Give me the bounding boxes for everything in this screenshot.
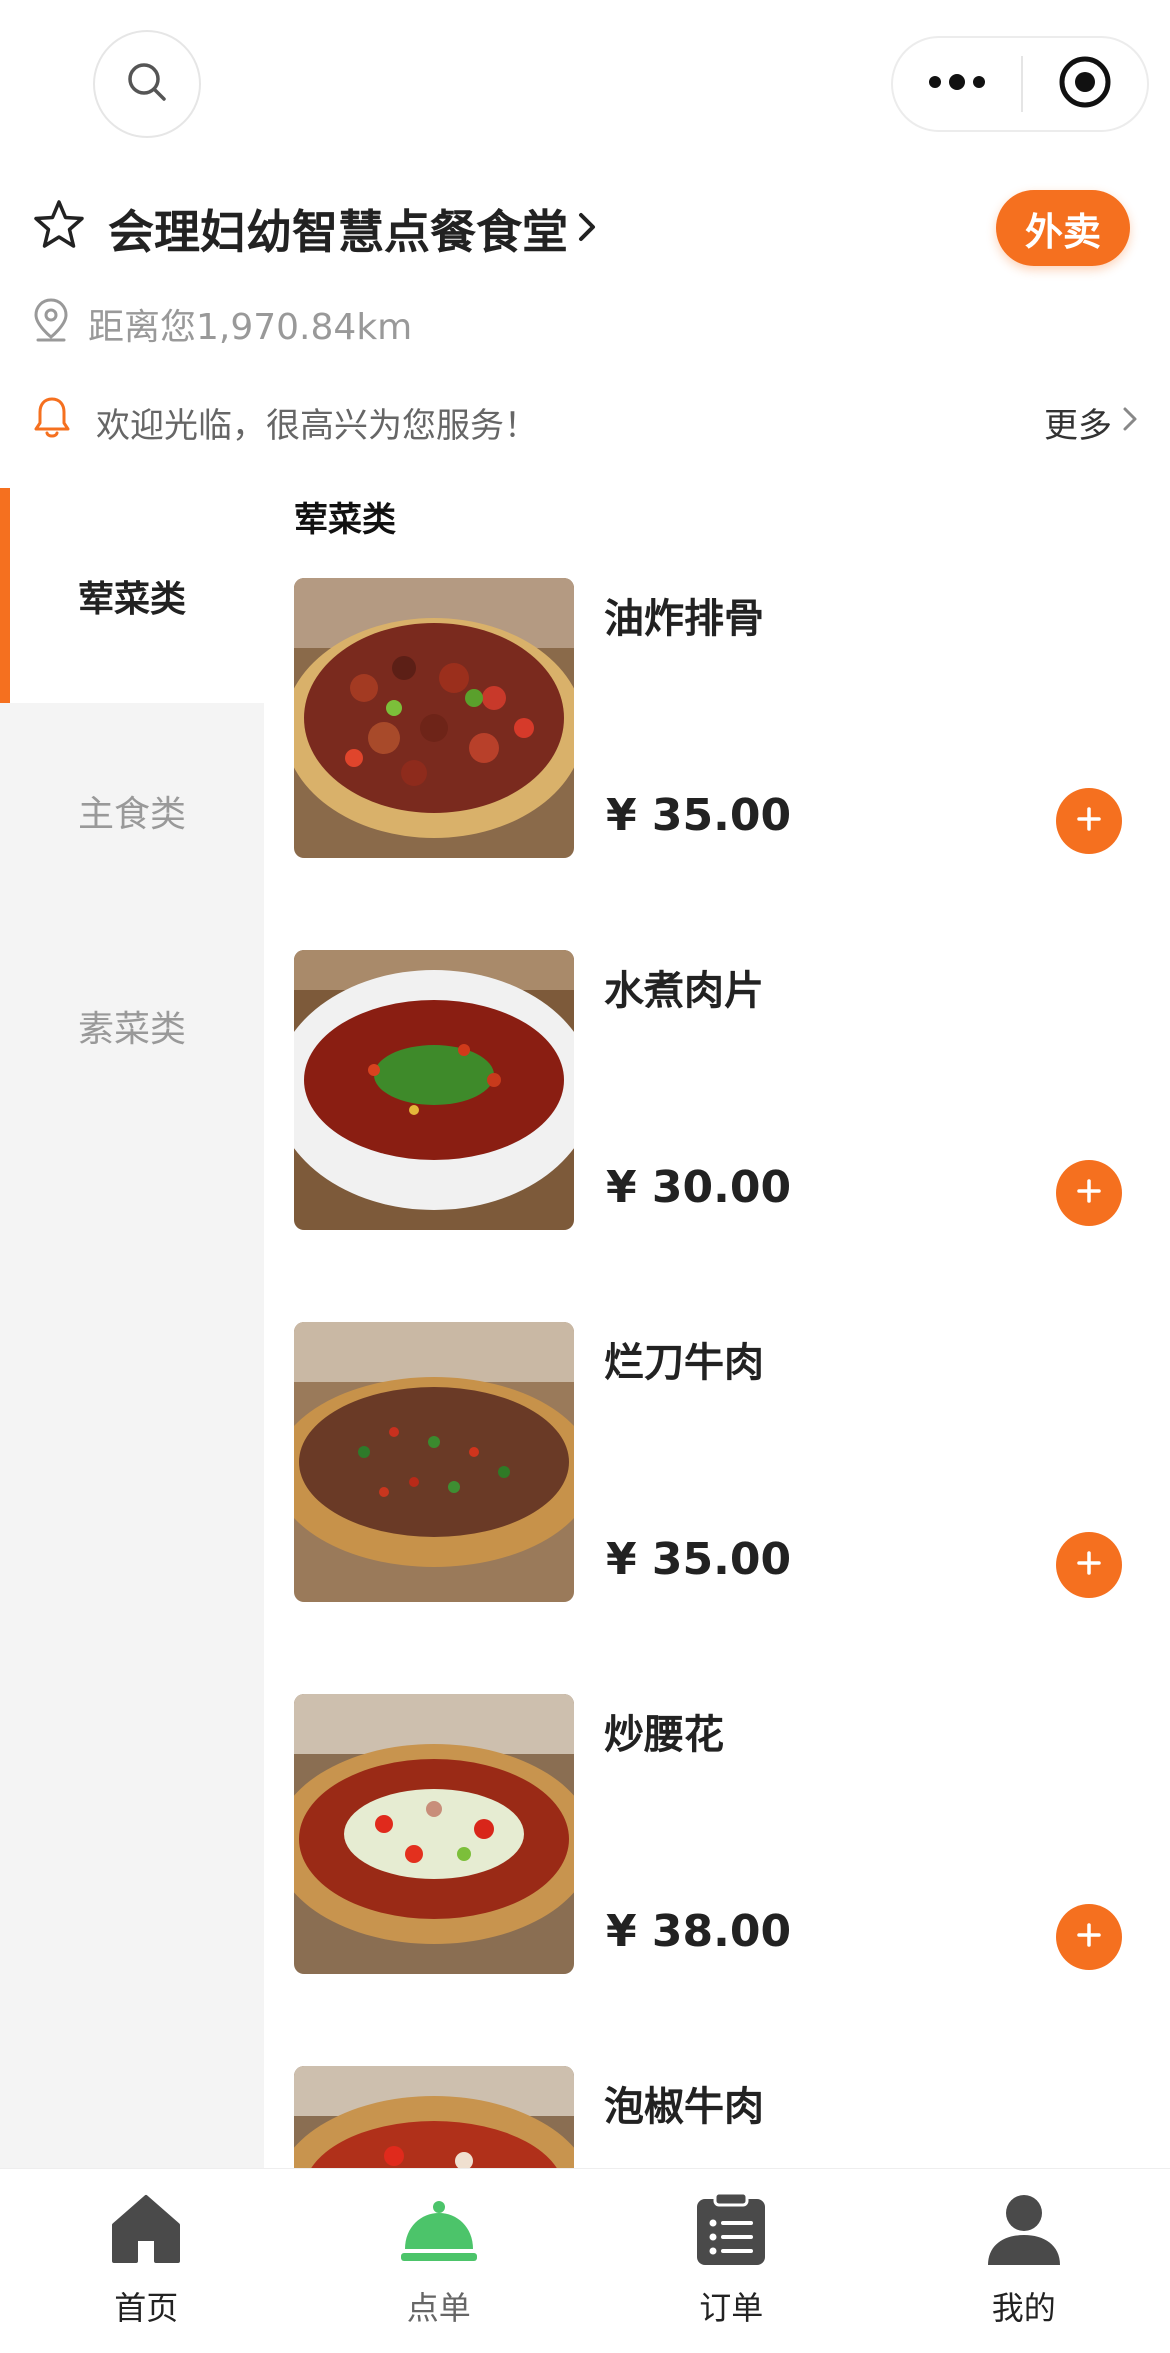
category-label: 素菜类 (77, 1008, 186, 1050)
tab-label: 点单 (406, 2289, 471, 2327)
user-icon (986, 2191, 1062, 2271)
dish-price: ¥ 35.00 (606, 790, 792, 841)
plus-icon (1074, 1548, 1104, 1582)
dish-item[interactable]: 烂刀牛肉 ¥ 35.00 (294, 1322, 1140, 1602)
top-bar (0, 0, 1170, 170)
category-label: 主食类 (77, 793, 186, 835)
location-pin-icon (32, 297, 70, 352)
tab-label: 我的 (991, 2289, 1056, 2327)
store-name-link[interactable]: 会理妇幼智慧点餐食堂 (108, 196, 598, 262)
target-circle-icon (1057, 54, 1113, 114)
dish-item[interactable]: 油炸排骨 ¥ 35.00 (294, 578, 1140, 858)
cloche-icon (399, 2191, 479, 2271)
dish-image[interactable] (294, 1694, 574, 1974)
section-title: 荤菜类 (294, 500, 396, 540)
dish-item[interactable]: 水煮肉片 ¥ 30.00 (294, 950, 1140, 1230)
favorite-star-icon[interactable] (32, 198, 86, 256)
dish-item[interactable]: 炒腰花 ¥ 38.00 (294, 1694, 1140, 1974)
home-icon (108, 2191, 184, 2271)
notice-bar: 欢迎光临，很高兴为您服务！ 更多 (32, 392, 1138, 452)
distance-row: 距离您1,970.84km (32, 296, 412, 352)
more-dots-icon (927, 72, 987, 96)
notice-text: 欢迎光临，很高兴为您服务！ (96, 405, 538, 446)
tab-home[interactable]: 首页 (0, 2169, 293, 2353)
category-item-staple[interactable]: 主食类 (0, 703, 264, 918)
dish-price: ¥ 35.00 (606, 1534, 792, 1585)
dish-name: 炒腰花 (604, 1712, 724, 1758)
dish-price: ¥ 38.00 (606, 1906, 792, 1957)
tab-label: 首页 (114, 2289, 179, 2327)
close-button[interactable] (1023, 38, 1147, 130)
dish-list[interactable]: 荤菜类 油炸排骨 ¥ 35.00 水煮肉片 ¥ 30.00 烂刀牛肉 ¥ 35.… (264, 488, 1170, 2168)
tab-orders[interactable]: 订单 (585, 2169, 878, 2353)
dish-image[interactable] (294, 1322, 574, 1602)
plus-icon (1074, 1920, 1104, 1954)
search-button[interactable] (93, 30, 201, 138)
dish-image[interactable] (294, 2066, 574, 2168)
category-sidebar: 荤菜类 主食类 素菜类 (0, 488, 264, 2168)
clipboard-icon (693, 2191, 769, 2271)
more-button[interactable] (893, 38, 1021, 130)
dish-price: ¥ 30.00 (606, 1162, 792, 1213)
takeout-button[interactable]: 外卖 (996, 190, 1130, 266)
tab-order[interactable]: 点单 (293, 2169, 586, 2353)
add-to-cart-button[interactable] (1056, 1904, 1122, 1970)
tab-label: 订单 (699, 2289, 764, 2327)
dish-name: 油炸排骨 (604, 596, 764, 642)
plus-icon (1074, 804, 1104, 838)
dish-item[interactable]: 泡椒牛肉 (294, 2066, 1140, 2168)
store-name: 会理妇幼智慧点餐食堂 (108, 205, 568, 259)
plus-icon (1074, 1176, 1104, 1210)
dish-image[interactable] (294, 950, 574, 1230)
bottom-tab-bar: 首页 点单 订单 我的 (0, 2168, 1170, 2353)
category-item-meat[interactable]: 荤菜类 (0, 488, 264, 703)
add-to-cart-button[interactable] (1056, 1160, 1122, 1226)
dish-name: 水煮肉片 (604, 968, 764, 1014)
chevron-right-icon (1122, 402, 1138, 442)
more-link[interactable]: 更多 (1044, 398, 1138, 447)
miniprogram-capsule (891, 36, 1149, 132)
category-label: 荤菜类 (77, 578, 186, 620)
more-label: 更多 (1044, 405, 1112, 446)
chevron-right-icon (576, 202, 598, 256)
dish-name: 泡椒牛肉 (604, 2084, 764, 2130)
tab-profile[interactable]: 我的 (878, 2169, 1170, 2353)
add-to-cart-button[interactable] (1056, 1532, 1122, 1598)
distance-text: 距离您1,970.84km (88, 307, 413, 348)
dish-name: 烂刀牛肉 (604, 1340, 764, 1386)
bell-icon (32, 395, 72, 450)
add-to-cart-button[interactable] (1056, 788, 1122, 854)
store-header: 会理妇幼智慧点餐食堂 外卖 (0, 186, 1170, 266)
category-item-vegetable[interactable]: 素菜类 (0, 918, 264, 1133)
dish-image[interactable] (294, 578, 574, 858)
search-icon (125, 60, 169, 108)
